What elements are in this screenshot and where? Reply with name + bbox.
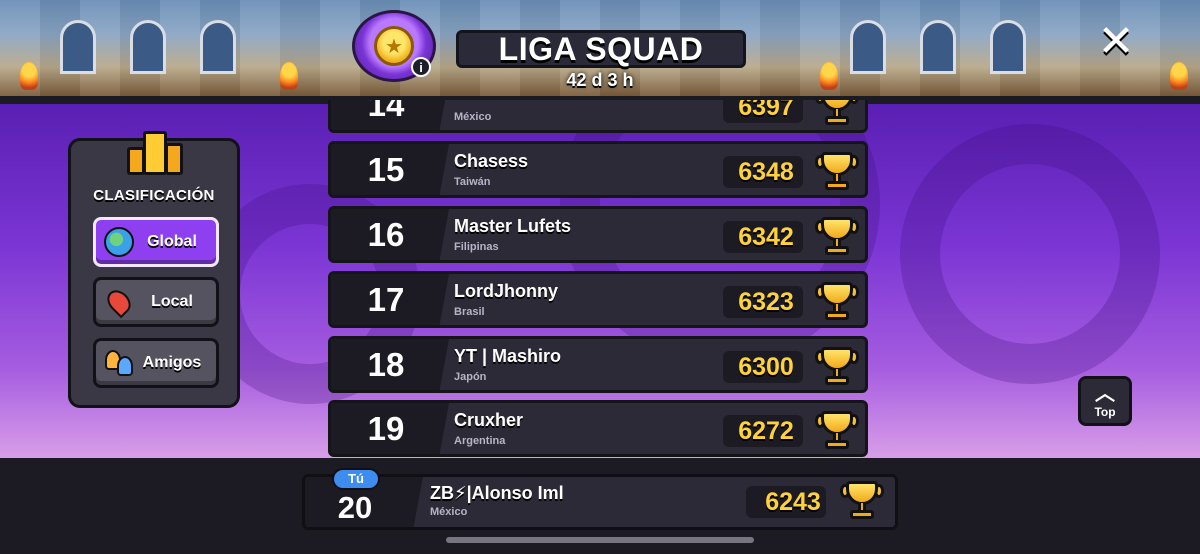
row-score: 6348: [738, 158, 794, 186]
trophy-icon: [840, 481, 884, 521]
filter-label: Amigos: [142, 354, 202, 371]
row-player-name: Master Lufets: [454, 216, 572, 236]
map-pin-icon: [102, 285, 136, 319]
row-country: Argentina: [454, 435, 506, 447]
arena-arch: [990, 20, 1026, 74]
filter-label: Global: [147, 233, 197, 250]
chevron-up-icon: ︿: [1095, 383, 1115, 405]
trophy-star-icon: ★: [374, 26, 414, 66]
torch-icon: [280, 62, 298, 90]
leaderboard-row[interactable]: 18 YT | Mashiro Japón 6300: [328, 336, 868, 393]
row-rank: 16: [331, 209, 449, 260]
trophy-icon: [815, 347, 859, 387]
podium-icon: [127, 131, 185, 177]
row-player-name: LordJhonny: [454, 281, 558, 301]
torch-icon: [20, 62, 38, 90]
season-timer: 42 d 3 h: [566, 70, 634, 90]
leaderboard-row[interactable]: 19 Cruxher Argentina 6272: [328, 400, 868, 457]
close-button[interactable]: ✕: [1094, 20, 1138, 64]
arena-arch: [130, 20, 166, 74]
row-score: 6272: [738, 417, 794, 445]
row-score: 6323: [738, 288, 794, 316]
friends-icon: [102, 346, 136, 380]
row-country: Filipinas: [454, 241, 499, 253]
torch-icon: [820, 62, 838, 90]
row-score: 6342: [738, 223, 794, 251]
row-rank: 19: [331, 403, 449, 454]
row-player-name: Chasess: [454, 151, 529, 171]
background-swirl: [900, 124, 1160, 384]
trophy-icon: [815, 217, 859, 257]
arena-arch: [60, 20, 96, 74]
ranking-filter-panel: CLASIFICACIÓN Global Local Amigos: [68, 131, 240, 408]
league-badge[interactable]: ★ i: [352, 10, 436, 82]
row-country: Brasil: [454, 306, 485, 318]
torch-icon: [1170, 62, 1188, 90]
row-player-name: Cruxher: [454, 410, 524, 430]
leaderboard-row[interactable]: 17 LordJhonny Brasil 6323: [328, 271, 868, 328]
user-player-name: ZB⚡|Alonso Iml: [430, 483, 564, 503]
user-country: México: [430, 506, 468, 518]
row-rank: 18: [331, 339, 449, 390]
globe-icon: [102, 225, 136, 259]
leaderboard-row[interactable]: 16 Master Lufets Filipinas 6342: [328, 206, 868, 263]
user-score: 6243: [765, 488, 821, 516]
league-title-plate: LIGA SQUAD: [456, 30, 746, 68]
trophy-icon: [815, 411, 859, 451]
you-badge: Tú: [332, 468, 380, 490]
row-rank: 17: [331, 274, 449, 325]
filter-local-button[interactable]: Local: [93, 277, 219, 327]
home-indicator[interactable]: [446, 537, 754, 543]
top-label: Top: [1094, 405, 1116, 419]
close-icon: ✕: [1097, 17, 1135, 66]
row-country: México: [454, 111, 492, 123]
scroll-top-button[interactable]: ︿ Top: [1078, 376, 1132, 426]
info-icon[interactable]: i: [411, 57, 431, 77]
row-score: 6300: [738, 353, 794, 381]
arena-arch: [200, 20, 236, 74]
filter-label: Local: [151, 293, 193, 310]
leaderboard-row[interactable]: 15 Chasess Taiwán 6348: [328, 141, 868, 198]
page-title: LIGA SQUAD: [498, 30, 704, 67]
trophy-icon: [815, 282, 859, 322]
row-country: Taiwán: [454, 176, 491, 188]
arena-arch: [920, 20, 956, 74]
arena-arch: [850, 20, 886, 74]
filter-global-button[interactable]: Global: [93, 217, 219, 267]
trophy-icon: [815, 152, 859, 192]
row-player-name: YT | Mashiro: [454, 346, 562, 366]
filter-friends-button[interactable]: Amigos: [93, 338, 219, 388]
user-rank: 20: [337, 490, 373, 525]
row-rank: 15: [331, 144, 449, 195]
row-country: Japón: [454, 371, 487, 383]
panel-title: CLASIFICACIÓN: [93, 187, 215, 204]
